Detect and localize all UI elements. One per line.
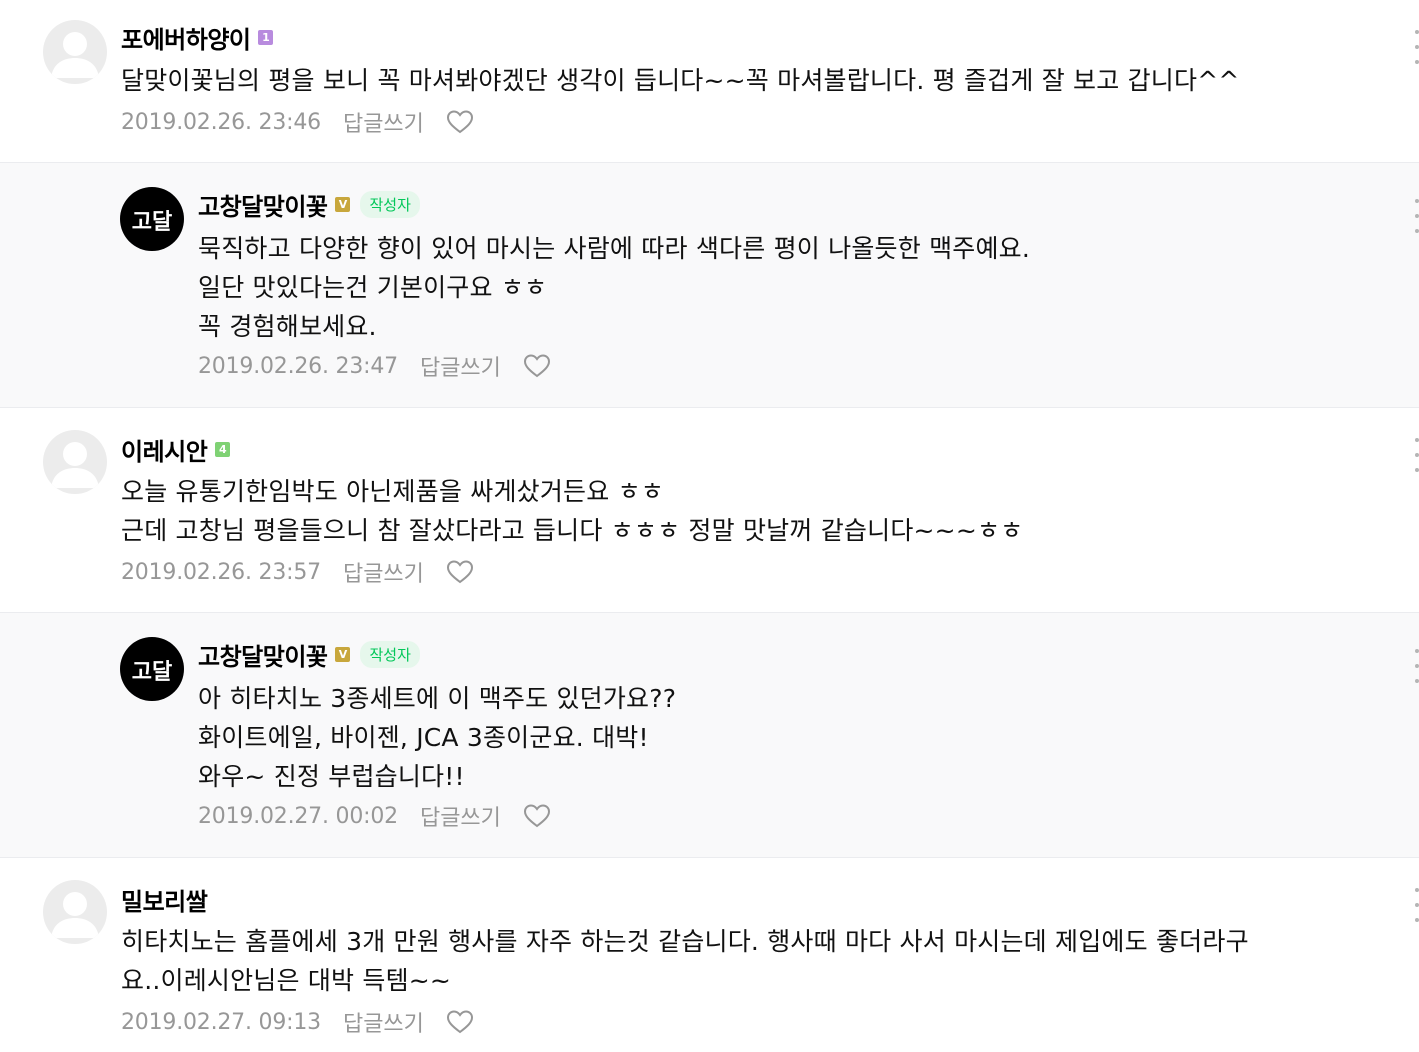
reply-item: 고달 고창달맞이꽃 V 작성자 묵직하고 다양한 향이 있어 마시는 사람에 따… [0, 163, 1419, 407]
comment-author-row: 포에버하양이 1 [121, 20, 274, 55]
brand-logo-icon: 고달 [132, 660, 172, 685]
manager-badge: V [335, 646, 351, 662]
avatar[interactable] [43, 20, 107, 84]
comment-item: 포에버하양이 1 달맞이꽃님의 평을 보니 꼭 마셔봐야겠단 생각이 듭니다~~… [0, 0, 1419, 162]
reply-button[interactable]: 답글쓰기 [420, 800, 501, 832]
manager-badge: V [335, 196, 351, 212]
comment-author-row: 이레시안 4 [121, 432, 231, 467]
comment-nickname[interactable]: 포에버하양이 [121, 20, 251, 55]
reply-item: 고달 고창달맞이꽃 V 작성자 아 히타치노 3종세트에 이 맥주도 있던가요?… [0, 613, 1419, 857]
more-options-button[interactable] [1413, 438, 1419, 472]
comment-date: 2019.02.26. 23:57 [121, 559, 321, 585]
author-tag: 작성자 [360, 190, 420, 218]
comment-meta: 2019.02.27. 09:13 답글쓰기 [121, 1007, 474, 1037]
comment-item: 밀보리쌀 히타치노는 홈플에세 3개 만원 행사를 자주 하는것 같습니다. 행… [0, 858, 1419, 1052]
comment-nickname[interactable]: 고창달맞이꽃 [198, 187, 328, 222]
comment-nickname[interactable]: 고창달맞이꽃 [198, 637, 328, 672]
more-options-button[interactable] [1413, 888, 1419, 922]
member-level-badge: 1 [258, 29, 274, 45]
comment-date: 2019.02.27. 00:02 [198, 803, 398, 829]
comment-nickname[interactable]: 이레시안 [121, 432, 208, 467]
reply-button[interactable]: 답글쓰기 [343, 106, 424, 138]
like-heart-icon[interactable] [446, 1009, 474, 1035]
more-options-button[interactable] [1413, 649, 1419, 683]
avatar[interactable] [43, 880, 107, 944]
comment-text: 히타치노는 홈플에세 3개 만원 행사를 자주 하는것 같습니다. 행사때 마다… [121, 927, 1249, 995]
default-profile-icon [51, 892, 99, 938]
more-options-button[interactable] [1413, 30, 1419, 64]
reply-button[interactable]: 답글쓰기 [420, 350, 501, 382]
comment-nickname[interactable]: 밀보리쌀 [121, 882, 208, 917]
comment-author-row: 밀보리쌀 [121, 882, 208, 917]
member-level-badge: 4 [215, 441, 231, 457]
default-profile-icon [51, 32, 99, 78]
avatar[interactable] [43, 430, 107, 494]
comment-author-row: 고창달맞이꽃 V 작성자 [198, 187, 420, 222]
like-heart-icon[interactable] [523, 803, 551, 829]
comment-text: 오늘 유통기한임박도 아닌제품을 싸게샀거든요 ㅎㅎ 근데 고창님 평을들으니 … [121, 477, 1024, 545]
brand-logo-icon: 고달 [132, 210, 172, 235]
like-heart-icon[interactable] [446, 559, 474, 585]
svg-text:고달: 고달 [132, 210, 172, 235]
comment-meta: 2019.02.26. 23:46 답글쓰기 [121, 107, 474, 137]
comment-meta: 2019.02.26. 23:57 답글쓰기 [121, 557, 474, 587]
default-profile-icon [51, 442, 99, 488]
comment-date: 2019.02.27. 09:13 [121, 1009, 321, 1035]
comment-author-row: 고창달맞이꽃 V 작성자 [198, 637, 420, 672]
comment-date: 2019.02.26. 23:47 [198, 353, 398, 379]
like-heart-icon[interactable] [523, 353, 551, 379]
comment-date: 2019.02.26. 23:46 [121, 109, 321, 135]
author-avatar[interactable]: 고달 [120, 637, 184, 701]
author-avatar[interactable]: 고달 [120, 187, 184, 251]
reply-button[interactable]: 답글쓰기 [343, 1006, 424, 1038]
comment-meta: 2019.02.26. 23:47 답글쓰기 [198, 351, 551, 381]
comment-text: 묵직하고 다양한 향이 있어 마시는 사람에 따라 색다른 평이 나올듯한 맥주… [198, 234, 1031, 341]
comment-text: 아 히타치노 3종세트에 이 맥주도 있던가요?? 화이트에일, 바이젠, JC… [198, 684, 677, 791]
comment-text: 달맞이꽃님의 평을 보니 꼭 마셔봐야겠단 생각이 듭니다~~꼭 마셔볼랍니다.… [121, 66, 1240, 95]
reply-button[interactable]: 답글쓰기 [343, 556, 424, 588]
svg-text:고달: 고달 [132, 660, 172, 685]
author-tag: 작성자 [360, 640, 420, 668]
comment-item: 이레시안 4 오늘 유통기한임박도 아닌제품을 싸게샀거든요 ㅎㅎ 근데 고창님… [0, 408, 1419, 612]
more-options-button[interactable] [1413, 199, 1419, 233]
like-heart-icon[interactable] [446, 109, 474, 135]
comment-meta: 2019.02.27. 00:02 답글쓰기 [198, 801, 551, 831]
